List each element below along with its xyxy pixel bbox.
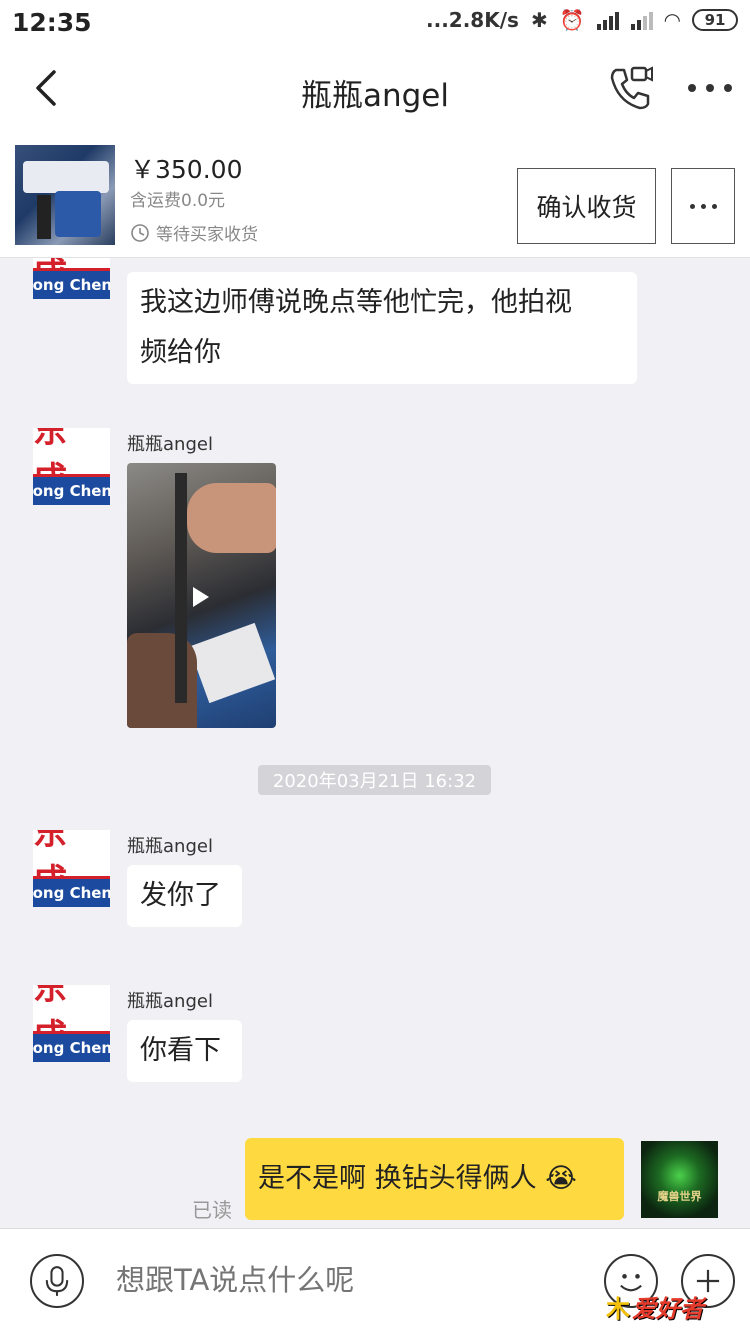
sender-name: 瓶瓶angel [127,991,213,1012]
confirm-receipt-button[interactable]: 确认收货 [517,168,656,244]
order-price: ￥350.00 [130,155,243,184]
sender-name: 瓶瓶angel [127,836,213,857]
order-more-button[interactable] [671,168,735,244]
status-time: 12:35 [12,8,92,37]
shipping-fee: 含运费0.0元 [130,191,226,211]
signal-icon-2 [630,10,653,30]
clock-icon [131,223,149,242]
video-call-icon[interactable] [606,64,654,112]
message-bubble[interactable]: 你看下 [127,1020,242,1082]
microphone-icon[interactable] [30,1254,84,1308]
read-receipt: 已读 [192,1198,232,1222]
message-text: 是不是啊 换钻头得俩人 [258,1163,537,1194]
status-bar: 12:35 ...2.8K/s ✱ ⏰ ◠ 91 [0,0,750,48]
crying-emoji-icon: 😭 [545,1163,577,1194]
my-message-bubble[interactable]: 是不是啊 换钻头得俩人 😭 [245,1138,624,1220]
message-input[interactable] [116,1263,586,1297]
signal-icon [596,10,619,30]
message-text: 发你了 [140,880,221,911]
alarm-icon: ⏰ [559,8,585,32]
play-icon[interactable] [193,587,209,607]
message-bubble[interactable]: 我这边师傅说晚点等他忙完，他拍视 频给你 [127,272,637,384]
product-image[interactable] [15,145,115,245]
order-card[interactable]: ￥350.00 含运费0.0元 等待买家收货 确认收货 [0,132,750,258]
message-text: 频给你 [140,337,221,368]
nav-bar: 瓶瓶angel [0,48,750,132]
avatar[interactable]: 东 成 Dong Cheng [33,258,110,299]
avatar[interactable]: 东 成 Dong Cheng [33,830,110,907]
chat-area[interactable]: 东 成 Dong Cheng 我这边师傅说晚点等他忙完，他拍视 频给你 东 成 … [0,258,750,1228]
my-avatar[interactable]: 魔兽世界 [641,1141,718,1218]
avatar[interactable]: 东 成 Dong Cheng [33,985,110,1062]
message-timestamp: 2020年03月21日 16:32 [258,765,491,795]
message-text: 我这边师傅说晚点等他忙完，他拍视 [140,287,572,318]
net-speed: ...2.8K/s [426,8,519,32]
message-bubble[interactable]: 发你了 [127,865,242,927]
video-message[interactable] [127,463,276,728]
sender-name: 瓶瓶angel [127,434,213,455]
more-menu-icon[interactable] [688,72,732,104]
wifi-icon: ◠ [664,8,680,32]
message-text: 你看下 [140,1035,221,1066]
bluetooth-icon: ✱ [530,8,548,32]
battery-icon: 91 [692,9,738,31]
order-status-text: 等待买家收货 [156,225,258,245]
order-status: 等待买家收货 [130,220,258,245]
status-icons: ...2.8K/s ✱ ⏰ ◠ 91 [426,8,738,32]
avatar[interactable]: 东 成 Dong Cheng [33,428,110,505]
watermark-logo: 木 爱好者 [606,1294,704,1323]
